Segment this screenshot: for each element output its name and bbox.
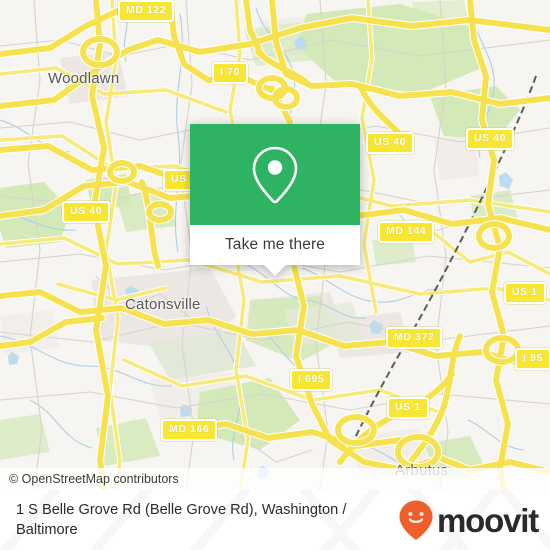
- highway-shield-i-70: I 70: [212, 62, 248, 84]
- highway-shield-us-40: US 40: [366, 132, 415, 154]
- highway-shield-i-695: I 695: [290, 369, 333, 391]
- moovit-brand[interactable]: moovit: [399, 500, 539, 540]
- callout-pin-panel: [190, 124, 360, 225]
- osm-attribution[interactable]: © OpenStreetMap contributors: [0, 468, 550, 490]
- moovit-smiling-pin-icon: [399, 500, 433, 540]
- highway-shield-md-122: MD 122: [118, 0, 175, 22]
- highway-shield-i-95: I 95: [515, 348, 550, 370]
- highway-shield-md-372: MD 372: [386, 327, 443, 349]
- highway-shield-us-40: US 40: [62, 201, 111, 223]
- highway-shield-md-144: MD 144: [378, 221, 435, 243]
- map-canvas[interactable]: .wtr { fill:none; stroke:#aacfe6; stroke…: [0, 0, 550, 490]
- highway-shield-md-166: MD 166: [161, 419, 218, 441]
- highway-shield-us-40: US 40: [466, 128, 515, 150]
- moovit-wordmark: moovit: [437, 501, 539, 539]
- callout-label: Take me there: [224, 236, 326, 253]
- take-me-there-callout[interactable]: Take me there: [190, 124, 360, 276]
- footer-content: 1 S Belle Grove Rd (Belle Grove Rd), Was…: [0, 490, 550, 550]
- callout-action-bar[interactable]: Take me there: [190, 225, 360, 276]
- moovit-location-card: .wtr { fill:none; stroke:#aacfe6; stroke…: [0, 0, 550, 550]
- callout-pointer: [264, 265, 286, 276]
- location-address: 1 S Belle Grove Rd (Belle Grove Rd), Was…: [16, 502, 347, 538]
- map-pin-icon: [252, 146, 298, 203]
- footer-bar: 1 S Belle Grove Rd (Belle Grove Rd), Was…: [0, 490, 550, 550]
- highway-shield-us-1: US 1: [387, 397, 429, 419]
- highway-shield-us-1: US 1: [504, 282, 546, 304]
